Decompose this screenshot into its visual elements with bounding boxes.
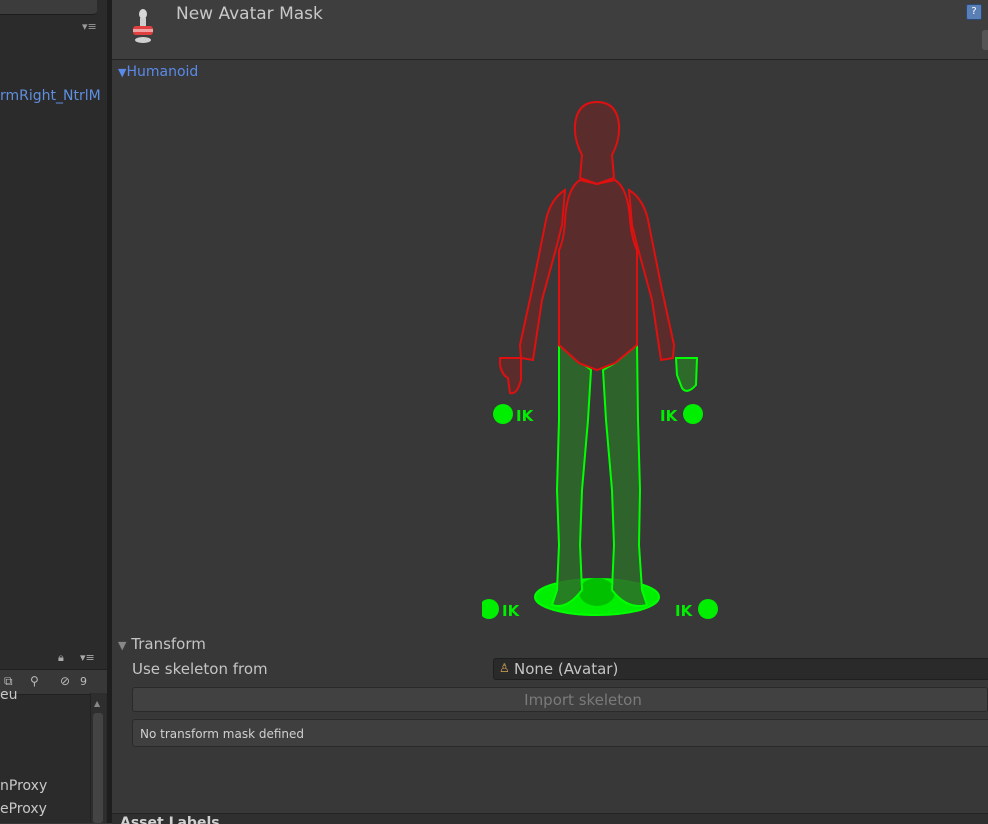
avatar-icon: ♙ — [499, 661, 510, 675]
humanoid-foldout[interactable]: ▼Humanoid — [118, 64, 198, 80]
scroll-up-arrow-icon[interactable]: ▲ — [94, 699, 100, 708]
hidden-packages-icon[interactable]: ⊘ — [60, 674, 70, 688]
helpbox-message: No transform mask defined — [140, 727, 304, 741]
right-foot-ik-toggle[interactable] — [698, 599, 718, 619]
panel-menu-icon[interactable]: ▾≡ — [80, 651, 95, 664]
body-part[interactable] — [558, 178, 638, 372]
right-hand-part[interactable] — [674, 357, 699, 392]
right-hand-ik-toggle[interactable] — [683, 404, 703, 424]
skeleton-object-field[interactable]: ♙ None (Avatar) — [493, 658, 988, 680]
transform-foldout[interactable]: ▼ Transform — [118, 635, 206, 653]
skeleton-field-value: None (Avatar) — [514, 660, 619, 678]
import-skeleton-label: Import skeleton — [524, 691, 642, 709]
help-icon[interactable]: ? — [966, 4, 982, 20]
hierarchy-panel: ▾≡ rmRight_NtrlM 🔒︎ ▾≡ ⧉ ⚲ ⊘ 9 eu nProxy… — [0, 0, 107, 823]
left-foot-ik-toggle[interactable] — [482, 599, 499, 619]
ik-label: IK — [516, 407, 535, 425]
list-item[interactable]: nProxy — [0, 778, 47, 794]
inspector-panel: New Avatar Mask ? ▼Humanoid IK IK IK IK … — [112, 0, 988, 824]
right-leg-part[interactable] — [601, 342, 649, 607]
asset-title: New Avatar Mask — [176, 4, 323, 24]
import-skeleton-button[interactable]: Import skeleton — [132, 687, 988, 712]
filter-by-label-icon[interactable]: ⚲ — [30, 674, 39, 688]
head-part[interactable] — [573, 100, 621, 186]
humanoid-foldout-label: Humanoid — [126, 64, 199, 80]
asset-labels-bar[interactable]: Asset Labels — [112, 813, 988, 824]
list-item[interactable]: eu — [0, 687, 18, 703]
humanoid-body-mask: IK IK IK IK — [482, 100, 718, 620]
avatar-mask-icon — [133, 9, 153, 43]
ik-label: IK — [675, 602, 694, 620]
lock-icon[interactable]: 🔒︎ — [58, 651, 64, 665]
settings-button[interactable] — [982, 30, 988, 50]
info-helpbox: No transform mask defined — [132, 719, 988, 747]
ik-label: IK — [502, 602, 521, 620]
project-list: eu nProxy eProxy — [0, 687, 90, 823]
scroll-thumb[interactable] — [93, 713, 103, 823]
ik-label: IK — [660, 407, 679, 425]
list-item[interactable]: eProxy — [0, 801, 47, 817]
hidden-count: 9 — [80, 675, 87, 688]
inspector-header: New Avatar Mask ? — [112, 0, 988, 60]
hierarchy-item-bone[interactable]: rmRight_NtrlM — [0, 88, 101, 104]
scrollbar[interactable]: ▲ — [90, 693, 106, 823]
foldout-arrow-icon: ▼ — [118, 639, 127, 652]
hierarchy-search-bar[interactable] — [0, 0, 97, 15]
left-leg-part[interactable] — [550, 342, 593, 607]
panel-menu-icon[interactable]: ▾≡ — [82, 20, 97, 33]
left-hand-ik-toggle[interactable] — [493, 404, 513, 424]
transform-foldout-label: Transform — [131, 635, 206, 653]
left-hand-part[interactable] — [499, 357, 522, 395]
skeleton-field-label: Use skeleton from — [132, 660, 268, 678]
